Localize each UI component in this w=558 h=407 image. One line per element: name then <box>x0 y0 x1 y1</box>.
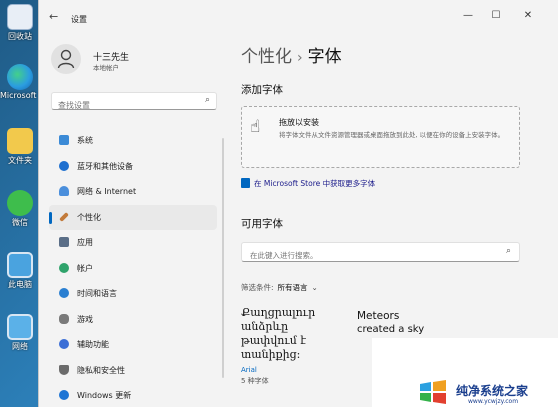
sidebar-item-personalization[interactable]: 个性化 <box>49 204 217 230</box>
desktop-icon-label: 网络 <box>12 342 28 351</box>
shield-icon <box>59 364 69 375</box>
gamepad-icon <box>59 313 69 324</box>
store-bag-icon <box>241 178 250 188</box>
minimize-button[interactable]: — <box>457 8 479 24</box>
brush-icon <box>59 211 69 222</box>
sidebar-item-label: 游戏 <box>77 314 93 324</box>
desktop-icon-folder[interactable]: 文件夹 <box>0 128 40 166</box>
wifi-icon <box>59 186 69 196</box>
breadcrumb-separator: › <box>297 50 303 66</box>
sidebar-item-privacy[interactable]: 隐私和安全性 <box>49 358 217 384</box>
chevron-down-icon: ⌄ <box>311 283 318 292</box>
monitor-icon <box>59 135 69 145</box>
close-button[interactable]: ✕ <box>517 8 539 24</box>
recycle-bin-icon <box>7 4 33 30</box>
sidebar-item-apps[interactable]: 应用 <box>49 230 217 256</box>
sidebar: 十三先生 本地帐户 ⌕ 系统 蓝牙和其他设备 网络 & Internet 个性化 <box>39 34 229 407</box>
sidebar-item-label: 时间和语言 <box>77 289 117 298</box>
avatar[interactable] <box>51 44 81 74</box>
font-name: Arial <box>241 366 257 374</box>
search-input[interactable] <box>52 97 192 114</box>
hand-pointer-icon: ☝ <box>250 117 261 137</box>
sidebar-item-label: 帐户 <box>77 263 93 273</box>
update-icon <box>59 390 69 400</box>
filter-value: 所有语言 <box>277 283 308 292</box>
store-link-text: 在 Microsoft Store 中获取更多字体 <box>254 179 376 188</box>
filter-label: 筛选条件: <box>241 283 274 292</box>
back-arrow-icon[interactable]: ← <box>49 10 63 24</box>
desktop-icon-label: 文件夹 <box>8 156 32 165</box>
sidebar-item-label: Windows 更新 <box>77 391 132 400</box>
folder-icon <box>7 128 33 154</box>
desktop-icon-network[interactable]: 网络 <box>0 314 40 352</box>
wechat-icon <box>7 190 33 216</box>
desktop-icon-recycle-bin[interactable]: 回收站 <box>0 4 40 42</box>
sidebar-item-label: 应用 <box>77 238 93 247</box>
sidebar-item-accounts[interactable]: 帐户 <box>49 256 217 282</box>
page-title: 字体 <box>307 47 342 67</box>
sidebar-item-accessibility[interactable]: 辅助功能 <box>49 332 217 358</box>
sidebar-item-label: 网络 & Internet <box>77 187 137 196</box>
drop-zone-description: 将字体文件从文件资源管理器或桌面拖放到此处, 以便在你的设备上安装字体。 <box>279 131 505 139</box>
sidebar-item-windows-update[interactable]: Windows 更新 <box>49 383 217 407</box>
sidebar-item-time-language[interactable]: 时间和语言 <box>49 281 217 307</box>
sidebar-item-label: 个性化 <box>77 212 101 222</box>
network-icon <box>7 314 33 340</box>
store-link[interactable]: 在 Microsoft Store 中获取更多字体 <box>241 178 375 189</box>
font-sample-text: created a sky <box>357 324 425 335</box>
desktop-icon-label: 微信 <box>12 218 28 227</box>
drop-zone-title: 拖放以安装 <box>279 118 319 127</box>
monitor-icon <box>7 252 33 278</box>
font-search[interactable]: ⌕ <box>241 242 520 265</box>
language-filter[interactable]: 筛选条件: 所有语言 ⌄ <box>241 282 318 293</box>
watermark: 纯净系统之家 www.ycwjzy.com <box>372 338 558 407</box>
breadcrumb: 个性化 › 字体 <box>241 42 342 67</box>
desktop-icon-this-pc[interactable]: 此电脑 <box>0 252 40 290</box>
sidebar-item-label: 系统 <box>77 136 93 145</box>
sidebar-scrollbar[interactable] <box>222 138 224 378</box>
accessibility-icon <box>59 339 69 349</box>
bluetooth-icon <box>59 160 69 171</box>
desktop-icon-wechat[interactable]: 微信 <box>0 190 40 228</box>
title-bar: ← 设置 — ☐ ✕ <box>39 0 558 34</box>
watermark-title: 纯净系统之家 <box>456 384 529 398</box>
apps-icon <box>59 237 69 247</box>
desktop-icon-edge[interactable]: Microsoft Edge <box>0 64 60 100</box>
sidebar-item-label: 隐私和安全性 <box>77 365 125 375</box>
font-name: Meteors <box>357 310 400 322</box>
account-type: 本地帐户 <box>93 64 119 72</box>
font-card-arial[interactable]: Քաղցրալուր անձրևը թափվում է տանիքից: Ari… <box>241 306 346 406</box>
search-icon: ⌕ <box>505 246 511 256</box>
selection-indicator <box>49 211 52 224</box>
sidebar-item-system[interactable]: 系统 <box>49 128 217 154</box>
sidebar-item-network[interactable]: 网络 & Internet <box>49 179 217 205</box>
globe-clock-icon <box>59 288 69 298</box>
sidebar-item-label: 蓝牙和其他设备 <box>77 161 133 171</box>
settings-search[interactable]: ⌕ <box>51 92 217 114</box>
add-fonts-heading: 添加字体 <box>241 84 283 96</box>
edge-icon <box>7 64 33 90</box>
person-icon <box>57 49 75 69</box>
desktop-icon-label: 此电脑 <box>8 280 32 289</box>
watermark-url: www.ycwjzy.com <box>468 398 519 405</box>
font-drop-zone[interactable]: ☝ 拖放以安装 将字体文件从文件资源管理器或桌面拖放到此处, 以便在你的设备上安… <box>241 106 520 168</box>
font-sample-text: Քաղցրալուր անձրևը թափվում է տանիքից: <box>241 306 316 361</box>
desktop-icon-label: 回收站 <box>8 32 32 41</box>
sidebar-item-gaming[interactable]: 游戏 <box>49 307 217 333</box>
desktop-icon-label: Microsoft Edge <box>0 91 60 100</box>
person-icon <box>59 262 69 273</box>
nav-list: 系统 蓝牙和其他设备 网络 & Internet 个性化 应用 帐户 时间和语言… <box>49 128 217 407</box>
breadcrumb-parent[interactable]: 个性化 <box>241 47 292 67</box>
maximize-button[interactable]: ☐ <box>485 8 507 24</box>
font-search-input[interactable] <box>242 246 492 265</box>
font-count: 5 种字体 <box>241 377 269 385</box>
sidebar-item-label: 辅助功能 <box>77 340 109 349</box>
search-icon: ⌕ <box>204 95 210 105</box>
windows-logo-icon <box>420 380 446 404</box>
window-title: 设置 <box>71 15 87 24</box>
sidebar-item-bluetooth[interactable]: 蓝牙和其他设备 <box>49 154 217 180</box>
available-fonts-heading: 可用字体 <box>241 218 283 230</box>
